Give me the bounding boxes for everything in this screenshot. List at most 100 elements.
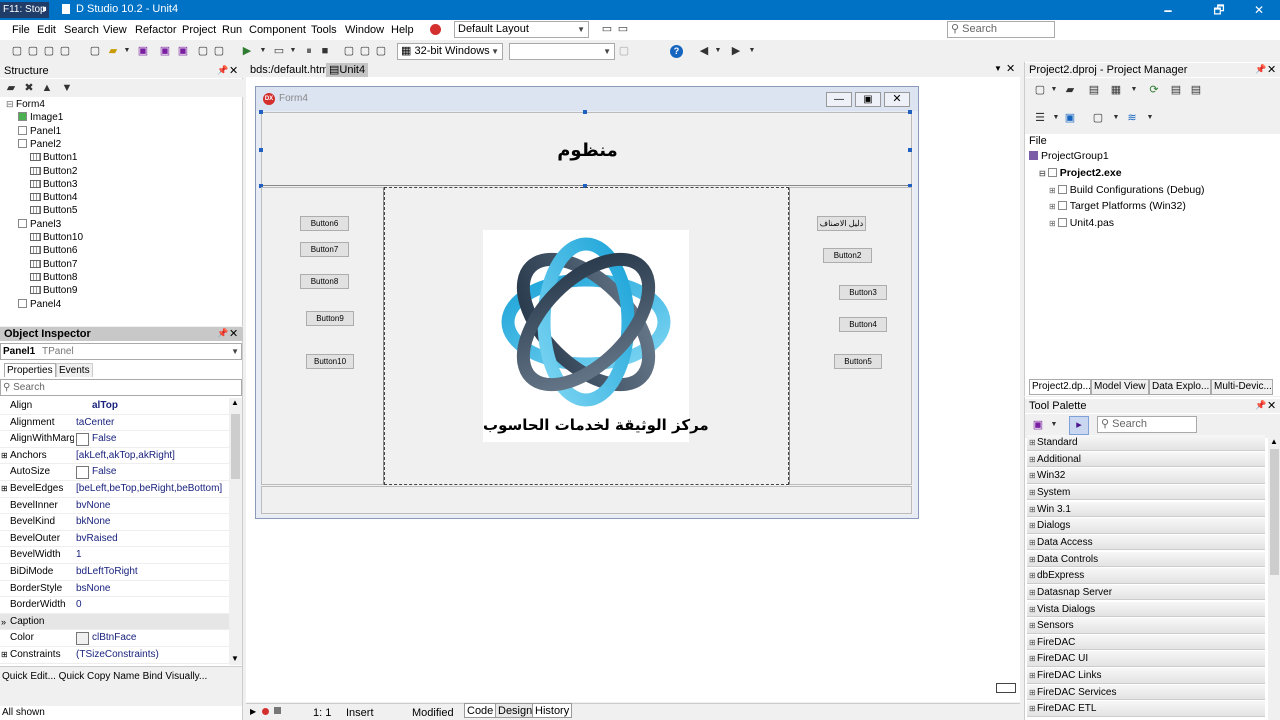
new-items-icon[interactable]: ▢: [26, 45, 40, 57]
form-button[interactable]: Button5: [834, 354, 882, 369]
palette-category[interactable]: ⊞ Win32: [1027, 468, 1265, 484]
tab-default-htm[interactable]: bds:/default.htm: [250, 64, 328, 76]
copy-icon[interactable]: ▢: [42, 45, 56, 57]
selection-handle[interactable]: [908, 148, 912, 152]
refresh-icon[interactable]: ⟳: [1147, 84, 1161, 96]
save-layout-icon[interactable]: ▭: [600, 23, 614, 35]
config-combo[interactable]: ▼: [509, 43, 615, 60]
pin-icon[interactable]: 📌: [1255, 400, 1266, 411]
ide-search-input[interactable]: ⚲ Search: [947, 21, 1055, 38]
open-folder-icon[interactable]: ▰: [106, 45, 120, 57]
property-value[interactable]: bsNone: [76, 581, 110, 597]
inspector-scrollbar[interactable]: ▲ ▼: [229, 398, 242, 665]
run-without-debug-icon[interactable]: ▭: [272, 45, 286, 57]
property-row[interactable]: » Caption: [0, 613, 230, 631]
property-value[interactable]: alTop: [92, 398, 118, 414]
panel1[interactable]: منظوم: [261, 112, 912, 186]
platform-combo[interactable]: ▦ 32-bit Windows ▼: [397, 43, 503, 60]
checkbox[interactable]: [76, 433, 89, 447]
pm-tab[interactable]: Project2.dp...: [1029, 379, 1091, 395]
structure-node[interactable]: Button2: [30, 165, 77, 178]
chevron-down-icon[interactable]: ▼: [286, 45, 300, 57]
structure-node[interactable]: ⊟ Form4: [6, 98, 45, 111]
property-value[interactable]: [beLeft,beTop,beRight,beBottom]: [76, 481, 222, 497]
property-row[interactable]: BiDiMode bdLeftToRight: [0, 564, 230, 581]
stop-icon[interactable]: [62, 4, 70, 14]
menu-component[interactable]: Component: [249, 24, 306, 36]
scrollbar-thumb[interactable]: [231, 414, 240, 479]
expand-icon[interactable]: ⊞: [1049, 186, 1056, 195]
form4-window[interactable]: DX Form4 — ▣ ✕ منظوم مركز الوثيقة لخدمات…: [255, 86, 919, 519]
project-node[interactable]: ProjectGroup1: [1029, 150, 1109, 163]
property-value[interactable]: (TSizeConstraints): [76, 647, 159, 663]
property-row[interactable]: AlignWithMargins False: [0, 431, 230, 448]
structure-node[interactable]: Button3: [30, 178, 77, 191]
arrow-up-icon[interactable]: ▲: [40, 82, 54, 94]
property-value[interactable]: 0: [76, 597, 82, 613]
chevron-down-icon[interactable]: ▼: [231, 654, 239, 663]
color-swatch[interactable]: [76, 632, 89, 646]
chevron-down-icon[interactable]: ▼: [256, 45, 270, 57]
new-file-icon[interactable]: ▢: [88, 45, 102, 57]
categories-icon[interactable]: ▣: [1031, 419, 1045, 431]
palette-search-input[interactable]: ⚲ Search: [1097, 416, 1197, 433]
palette-category[interactable]: ⊞ System: [1027, 484, 1265, 501]
expand-icon[interactable]: ⊞: [1, 647, 8, 663]
form-button[interactable]: Button3: [839, 285, 887, 300]
menu-edit[interactable]: Edit: [37, 24, 56, 36]
property-row[interactable]: BevelKind bkNone: [0, 514, 230, 531]
step-over-icon[interactable]: ▢: [358, 45, 372, 57]
palette-category[interactable]: ⊞ Standard: [1027, 435, 1265, 451]
inspector-object-select[interactable]: Panel1 TPanel ▼: [0, 343, 242, 360]
collapse-icon[interactable]: ⊟: [6, 98, 16, 111]
structure-node[interactable]: Image1: [18, 111, 63, 124]
palette-category[interactable]: ⊞ FireDAC: [1027, 634, 1265, 651]
delete-icon[interactable]: ✖: [22, 82, 36, 94]
scrollbar-thumb[interactable]: [1270, 449, 1279, 575]
property-row[interactable]: AutoSize False: [0, 464, 230, 481]
form-button[interactable]: Button7: [300, 242, 349, 257]
structure-node[interactable]: Panel4: [18, 298, 61, 311]
property-row[interactable]: ⊞ Constraints (TSizeConstraints): [0, 647, 230, 664]
structure-node[interactable]: Button7: [30, 258, 77, 271]
expand-icon[interactable]: ⊞: [1049, 202, 1056, 211]
save-icon[interactable]: ▣: [136, 45, 150, 57]
selection-handle[interactable]: [259, 148, 263, 152]
compile-icon[interactable]: ≋: [1125, 112, 1139, 124]
activate-icon[interactable]: ▢: [1091, 112, 1105, 124]
close-button[interactable]: ✕: [1245, 1, 1273, 19]
macro-stop-icon[interactable]: [274, 707, 281, 714]
dx-logo-icon[interactable]: [430, 24, 441, 35]
property-value[interactable]: taCenter: [76, 415, 114, 431]
collapse-icon[interactable]: ▤: [1189, 84, 1203, 96]
view-icon[interactable]: ▦: [1109, 84, 1123, 96]
layout-combo[interactable]: Default Layout ▼: [454, 21, 589, 38]
save-all-icon[interactable]: ▣: [158, 45, 172, 57]
form-maximize-button[interactable]: ▣: [855, 92, 881, 107]
project-node[interactable]: ⊞ Build Configurations (Debug): [1049, 184, 1205, 197]
chevron-down-icon[interactable]: ▼: [1143, 112, 1157, 124]
form-button[interactable]: Button9: [306, 311, 354, 326]
pin-icon[interactable]: 📌: [1255, 64, 1266, 75]
close-icon[interactable]: ✕: [1006, 62, 1015, 75]
pause-icon[interactable]: ⏸: [302, 45, 316, 57]
property-row[interactable]: ⊞ Anchors [akLeft,akTop,akRight]: [0, 448, 230, 465]
close-icon[interactable]: ✕: [1267, 63, 1276, 76]
expand-icon[interactable]: ⊞: [1, 481, 8, 497]
property-row[interactable]: BorderStyle bsNone: [0, 581, 230, 598]
structure-node[interactable]: Button9: [30, 284, 77, 297]
structure-node[interactable]: Button4: [30, 191, 77, 204]
chevron-down-icon[interactable]: ▼: [120, 45, 134, 57]
property-row[interactable]: Align alTop: [0, 398, 230, 415]
palette-category[interactable]: ⊞ Data Controls: [1027, 551, 1265, 568]
pin-icon[interactable]: 📌: [217, 328, 228, 339]
palette-category[interactable]: ⊞ FireDAC UI: [1027, 651, 1265, 667]
filter-icon[interactable]: ▸: [1069, 416, 1089, 435]
property-row[interactable]: BorderWidth 0: [0, 597, 230, 614]
close-icon[interactable]: ✕: [1267, 399, 1276, 412]
menu-refactor[interactable]: Refactor: [135, 24, 177, 36]
close-icon[interactable]: ✕: [229, 327, 238, 340]
form-button[interactable]: Button4: [839, 317, 887, 332]
palette-category[interactable]: ⊞ FireDAC Links: [1027, 668, 1265, 684]
add-folder-icon[interactable]: ▰: [1063, 84, 1077, 96]
